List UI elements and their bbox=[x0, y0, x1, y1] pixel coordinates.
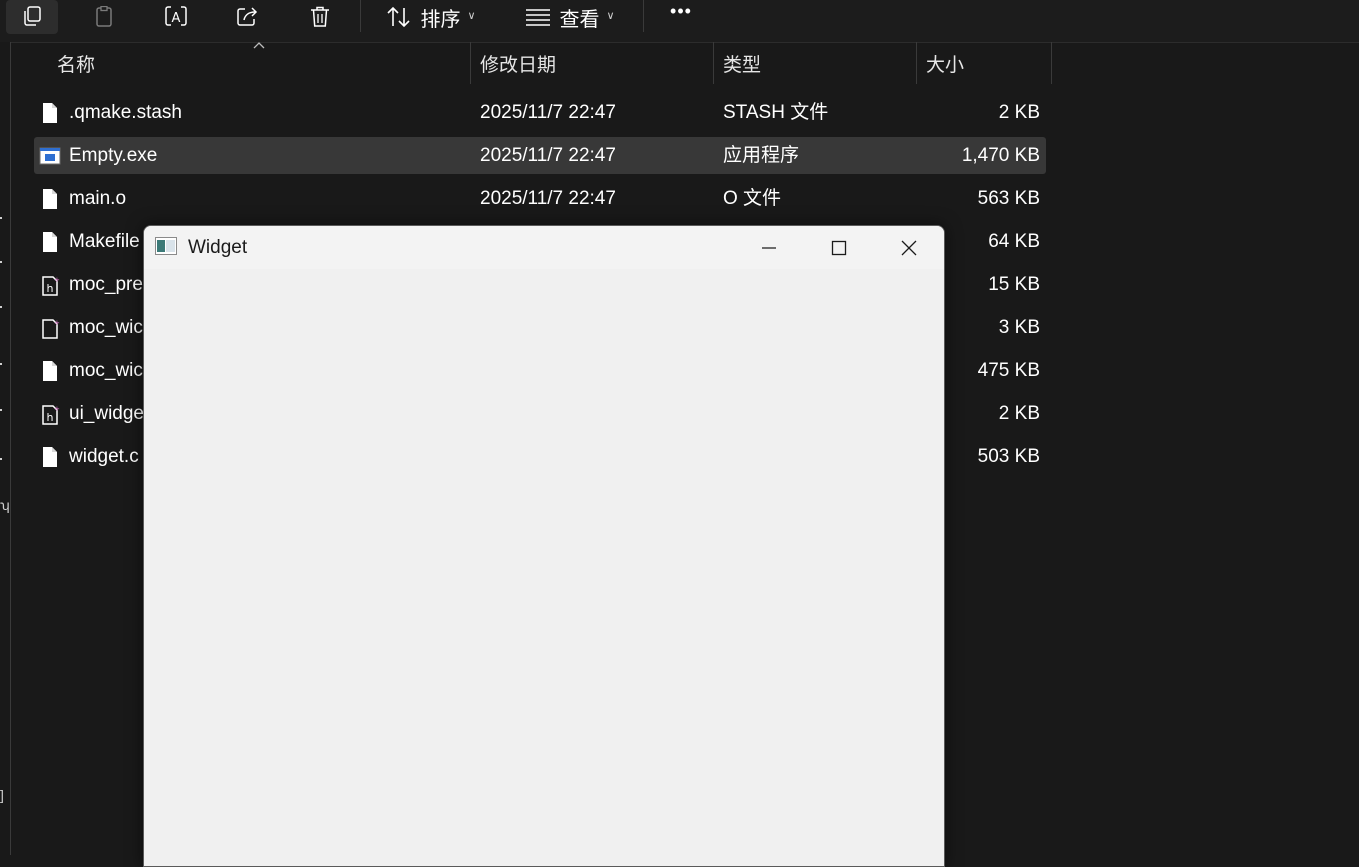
paste-icon bbox=[96, 6, 112, 27]
copy-button[interactable] bbox=[6, 0, 58, 34]
delete-button[interactable] bbox=[296, 0, 344, 34]
close-icon bbox=[901, 240, 917, 255]
more-options-button[interactable]: ••• bbox=[656, 0, 706, 28]
column-divider[interactable] bbox=[1051, 42, 1052, 84]
file-modified: 2025/11/7 22:47 bbox=[480, 188, 616, 209]
file-size: 475 KB bbox=[977, 360, 1040, 381]
toolbar-separator bbox=[643, 0, 644, 32]
file-row[interactable]: .qmake.stash 2025/11/7 22:47 STASH 文件 2 … bbox=[34, 94, 1046, 131]
maximize-icon bbox=[831, 240, 847, 255]
file-name: Makefile bbox=[69, 231, 140, 252]
cpp-header-icon: h++ bbox=[42, 405, 60, 425]
copy-icon bbox=[24, 6, 41, 26]
view-lines-icon bbox=[526, 9, 551, 26]
nav-pane-glyph: ] bbox=[0, 787, 4, 803]
share-button[interactable] bbox=[224, 0, 272, 34]
maximize-button[interactable] bbox=[804, 226, 874, 269]
chevron-down-icon: ∨ bbox=[467, 9, 476, 22]
rename-button[interactable]: A bbox=[152, 0, 200, 34]
share-icon bbox=[237, 7, 258, 26]
sort-icon bbox=[387, 6, 411, 28]
navigation-pane-edge[interactable] bbox=[0, 42, 11, 855]
trash-icon bbox=[311, 6, 329, 27]
svg-text:++: ++ bbox=[54, 319, 60, 327]
file-size: 563 KB bbox=[977, 188, 1040, 209]
file-size: 2 KB bbox=[998, 403, 1040, 424]
file-type: STASH 文件 bbox=[723, 102, 829, 123]
file-name: moc_wic bbox=[69, 360, 143, 381]
file-icon bbox=[43, 361, 57, 381]
command-bar: A 排序 ∨ 查看 ∨ ••• bbox=[0, 0, 1359, 43]
view-label: 查看 bbox=[559, 8, 600, 31]
svg-text:h: h bbox=[47, 282, 54, 295]
column-header-modified[interactable]: 修改日期 bbox=[480, 42, 712, 84]
more-icon: ••• bbox=[670, 0, 692, 21]
file-icon bbox=[43, 232, 57, 252]
nav-pane-dot bbox=[0, 363, 2, 365]
file-modified: 2025/11/7 22:47 bbox=[480, 102, 616, 123]
column-header-size[interactable]: 大小 bbox=[926, 42, 1050, 84]
nav-pane-dot bbox=[0, 458, 2, 460]
file-name: ui_widge bbox=[69, 403, 144, 424]
file-size: 15 KB bbox=[988, 274, 1040, 295]
view-button[interactable]: 查看 ∨ bbox=[514, 0, 626, 34]
file-name: widget.c bbox=[69, 446, 139, 467]
file-name: .qmake.stash bbox=[69, 102, 182, 123]
svg-text:++: ++ bbox=[54, 276, 60, 284]
widget-client-area bbox=[144, 269, 944, 866]
column-header-type[interactable]: 类型 bbox=[723, 42, 915, 84]
svg-text:++: ++ bbox=[54, 405, 60, 413]
exe-icon bbox=[39, 147, 61, 165]
column-divider[interactable] bbox=[713, 42, 714, 84]
file-modified: 2025/11/7 22:47 bbox=[480, 145, 616, 166]
chevron-down-icon: ∨ bbox=[606, 9, 615, 22]
paste-button[interactable] bbox=[80, 0, 128, 34]
toolbar-separator bbox=[360, 0, 361, 32]
file-name: moc_wic bbox=[69, 317, 143, 338]
cpp-header-icon: ++ bbox=[42, 319, 60, 339]
file-size: 3 KB bbox=[998, 317, 1040, 338]
sort-label: 排序 bbox=[420, 8, 461, 31]
column-header-name[interactable]: 名称 bbox=[57, 42, 469, 84]
file-name: moc_pre bbox=[69, 274, 143, 295]
file-name: main.o bbox=[69, 188, 127, 209]
file-name: Empty.exe bbox=[69, 145, 158, 166]
widget-title: Widget bbox=[188, 237, 248, 258]
minimize-icon bbox=[762, 246, 776, 249]
file-row[interactable]: main.o 2025/11/7 22:47 O 文件 563 KB bbox=[34, 180, 1046, 217]
nav-pane-dot bbox=[0, 261, 2, 263]
widget-window[interactable]: Widget bbox=[143, 225, 945, 867]
rename-icon: A bbox=[165, 6, 187, 26]
file-type: O 文件 bbox=[723, 188, 782, 209]
close-button[interactable] bbox=[874, 226, 944, 269]
file-size: 64 KB bbox=[988, 231, 1040, 252]
minimize-button[interactable] bbox=[734, 226, 804, 269]
svg-text:h: h bbox=[47, 411, 54, 424]
file-icon bbox=[43, 103, 57, 123]
file-icon bbox=[43, 189, 57, 209]
file-size: 2 KB bbox=[998, 102, 1040, 123]
file-icon bbox=[43, 447, 57, 467]
cpp-header-icon: h++ bbox=[42, 276, 60, 296]
file-type: 应用程序 bbox=[723, 145, 800, 166]
svg-text:A: A bbox=[172, 11, 181, 26]
sort-button[interactable]: 排序 ∨ bbox=[376, 0, 486, 34]
file-size: 503 KB bbox=[977, 446, 1040, 467]
nav-pane-glyph: ʮ bbox=[0, 497, 10, 513]
nav-pane-dot bbox=[0, 217, 2, 219]
file-size: 1,470 KB bbox=[961, 145, 1040, 166]
file-row[interactable]: Empty.exe 2025/11/7 22:47 应用程序 1,470 KB bbox=[34, 137, 1046, 174]
nav-pane-dot bbox=[0, 306, 2, 308]
nav-pane-dot bbox=[0, 409, 2, 411]
widget-titlebar[interactable]: Widget bbox=[144, 226, 944, 269]
column-divider[interactable] bbox=[916, 42, 917, 84]
column-divider[interactable] bbox=[470, 42, 471, 84]
app-window-icon bbox=[155, 237, 177, 255]
